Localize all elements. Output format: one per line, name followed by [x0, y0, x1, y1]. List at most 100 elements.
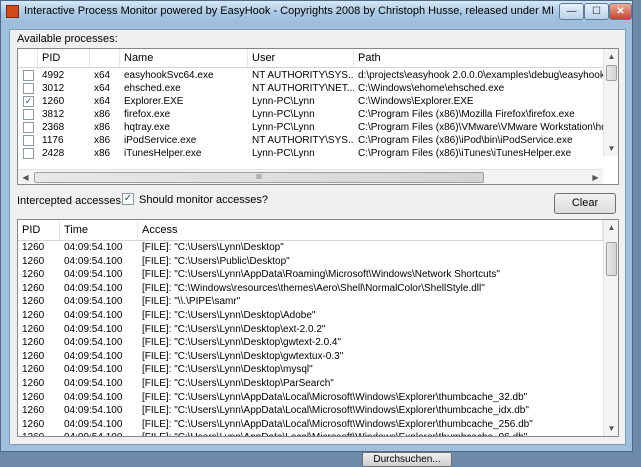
close-button[interactable]: ✕ — [609, 3, 632, 20]
access-row[interactable]: 1260 04:09:54.100 [FILE]: "C:\Users\Lynn\D… — [18, 350, 603, 363]
time-cell: 04:09:54.100 — [64, 255, 123, 267]
main-window: Interactive Process Monitor powered by E… — [0, 0, 633, 452]
access-cell: [FILE]: "C:\Users\Lynn\AppData\Local\Mic… — [142, 405, 529, 417]
client-area: Available processes: PID Name User Path … — [9, 29, 626, 445]
arch-cell: x86 — [94, 109, 111, 120]
horizontal-scroll-thumb[interactable]: III — [34, 172, 484, 183]
process-list[interactable]: PID Name User Path 4992 x64 easyhookSvc64.… — [17, 48, 619, 185]
title-bar[interactable]: Interactive Process Monitor powered by E… — [1, 1, 632, 23]
process-checkbox[interactable] — [23, 135, 34, 146]
accesses-vertical-scrollbar[interactable]: ▲ ▼ — [603, 220, 618, 436]
clear-button[interactable]: Clear — [554, 193, 616, 214]
process-vertical-scrollbar[interactable]: ▲ ▼ — [603, 49, 618, 156]
access-cell: [FILE]: "\\.\PIPE\samr" — [142, 296, 241, 308]
access-row[interactable]: 1260 04:09:54.100 [FILE]: "C:\Users\Lynn\D… — [18, 377, 603, 390]
intercepted-accesses-label: Intercepted accesses: — [17, 195, 125, 207]
access-row[interactable]: 1260 04:09:54.100 [FILE]: "C:\Users\Public… — [18, 255, 603, 268]
process-row[interactable]: ✓ 1260 x64 Explorer.EXE Lynn-PC\Lynn C:\Windo… — [18, 95, 603, 108]
scroll-down-arrow-icon[interactable]: ▼ — [604, 421, 618, 436]
checkmark-icon: ✓ — [24, 96, 33, 106]
access-row[interactable]: 1260 04:09:54.100 [FILE]: "C:\Windows\reso… — [18, 282, 603, 295]
time-cell: 04:09:54.100 — [64, 242, 123, 253]
time-cell: 04:09:54.100 — [64, 296, 123, 308]
process-row[interactable]: 1176 x86 iPodService.exe NT AUTHORITY\SYS..… — [18, 134, 603, 147]
name-cell: hqtray.exe — [124, 122, 170, 133]
path-cell: C:\Windows\ehome\ehsched.exe — [358, 83, 505, 94]
access-row[interactable]: 126004:09:54.100[FILE]: "C:\Users\Lynn\A… — [18, 404, 603, 417]
access-cell: [FILE]: "C:\Users\Lynn\AppData\Local\Mic… — [142, 391, 528, 403]
arch-cell: x64 — [94, 70, 111, 81]
column-header-path[interactable]: Path — [354, 49, 618, 67]
minimize-button[interactable]: — — [559, 3, 584, 20]
access-row[interactable]: 1260 04:09:54.100 [FILE]: "C:\Users\Lynn\D… — [18, 336, 603, 349]
pid-cell: 1260 — [42, 96, 65, 107]
process-checkbox[interactable] — [23, 109, 34, 120]
process-row[interactable]: 2428 x86 iTunesHelper.exe Lynn-PC\Lynn C:\Pr… — [18, 147, 603, 160]
column-header-name[interactable]: Name — [120, 49, 248, 67]
scroll-down-arrow-icon[interactable]: ▼ — [604, 141, 618, 156]
process-row[interactable]: 3812 x86 firefox.exe Lynn-PC\Lynn C:\Program… — [18, 108, 603, 121]
access-cell: [FILE]: "C:\Users\Public\Desktop" — [142, 255, 290, 267]
scroll-thumb[interactable] — [606, 242, 617, 276]
access-cell: [FILE]: "C:\Windows\resources\themes\Aer… — [142, 282, 485, 294]
background-browse-button[interactable]: Durchsuchen... — [362, 452, 452, 467]
access-cell: [FILE]: "C:\Users\Lynn\Desktop\gwtextux-… — [142, 350, 344, 362]
pid-cell: 1260 — [22, 255, 45, 267]
access-row[interactable]: 126004:09:54.100[FILE]: "C:\Users\Lynn\A… — [18, 431, 603, 436]
pid-cell: 3812 — [42, 109, 65, 120]
access-row[interactable]: 126004:09:54.100[FILE]: "C:\Users\Lynn\A… — [18, 268, 603, 281]
time-cell: 04:09:54.100 — [64, 378, 123, 389]
time-cell: 04:09:54.100 — [64, 282, 123, 294]
access-row[interactable]: 1260 04:09:54.100 [FILE]: "C:\Users\Lynn\D… — [18, 363, 603, 376]
time-cell: 04:09:54.100 — [64, 418, 123, 430]
access-cell: [FILE]: "C:\Users\Lynn\Desktop\ext-2.0.2… — [142, 323, 326, 335]
scroll-thumb[interactable] — [606, 65, 617, 81]
path-cell: C:\Program Files (x86)\iTunes\iTunesHelp… — [358, 148, 572, 159]
time-cell: 04:09:54.100 — [64, 350, 123, 362]
scroll-up-arrow-icon[interactable]: ▲ — [604, 49, 618, 64]
column-header-pid[interactable]: PID — [18, 220, 60, 240]
process-checkbox[interactable] — [23, 70, 34, 81]
access-row[interactable]: 126004:09:54.100[FILE]: "C:\Users\Lynn\A… — [18, 391, 603, 404]
process-row[interactable]: 4992 x64 easyhookSvc64.exe NT AUTHORITY\SYS… — [18, 69, 604, 82]
process-checkbox[interactable]: ✓ — [23, 96, 34, 107]
access-row[interactable]: 1260 04:09:54.100 [FILE]: "C:\Users\Lynn\D… — [18, 241, 603, 254]
scroll-right-arrow-icon[interactable]: ▶ — [588, 170, 603, 184]
access-row[interactable]: 1260 04:09:54.100 [FILE]: "C:\Users\Lynn\D… — [18, 309, 603, 322]
access-cell: [FILE]: "C:\Users\Lynn\AppData\Local\Mic… — [142, 418, 533, 430]
process-checkbox[interactable] — [23, 148, 34, 159]
process-row[interactable]: 2368 x86 hqtray.exe Lynn-PC\Lynn C:\Program … — [18, 121, 604, 134]
maximize-button[interactable]: ☐ — [584, 3, 609, 20]
process-row[interactable]: 3012 x64 ehsched.exe NT AUTHORITY\NET... C:\… — [18, 82, 603, 95]
pid-cell: 1260 — [22, 418, 45, 430]
app-icon — [6, 5, 19, 18]
process-checkbox[interactable] — [23, 122, 34, 133]
column-header-access[interactable]: Access — [138, 220, 603, 240]
access-row[interactable]: 1260 04:09:54.100 [FILE]: "\\.\PIPE\samr" — [18, 295, 603, 308]
scroll-up-arrow-icon[interactable]: ▲ — [604, 220, 618, 235]
name-cell: firefox.exe — [124, 109, 171, 120]
process-horizontal-scrollbar[interactable]: ◀ III ▶ — [18, 169, 603, 184]
pid-cell: 1260 — [22, 310, 45, 321]
time-cell: 04:09:54.100 — [60, 431, 138, 436]
column-header-arch[interactable] — [90, 49, 120, 67]
column-header-select[interactable] — [18, 49, 38, 67]
access-row[interactable]: 1260 04:09:54.100 [FILE]: "C:\Users\Lynn\D… — [18, 323, 603, 336]
scroll-left-arrow-icon[interactable]: ◀ — [18, 170, 33, 184]
user-cell: NT AUTHORITY\SYS... — [252, 70, 354, 81]
process-checkbox[interactable] — [23, 83, 34, 94]
process-list-header: PID Name User Path — [18, 49, 618, 68]
pid-cell: 1260 — [22, 405, 45, 417]
pid-cell: 1260 — [22, 378, 45, 389]
pid-cell: 1176 — [42, 135, 64, 146]
monitor-accesses-checkbox[interactable]: ✓ — [122, 193, 134, 205]
column-header-user[interactable]: User — [248, 49, 354, 67]
pid-cell: 3012 — [42, 83, 65, 94]
access-row[interactable]: 1260 04:09:54.100 [FILE]: "C:\Users\Lynn\A… — [18, 418, 603, 431]
checkmark-icon: ✓ — [123, 193, 133, 204]
column-header-pid[interactable]: PID — [38, 49, 90, 67]
monitor-accesses-label: Should monitor accesses? — [139, 194, 269, 206]
column-header-time[interactable]: Time — [60, 220, 138, 240]
accesses-list[interactable]: PID Time Access 1260 04:09:54.100 [FILE]: … — [17, 219, 619, 437]
access-cell: [FILE]: "C:\Users\Lynn\Desktop\mysql" — [142, 364, 313, 376]
